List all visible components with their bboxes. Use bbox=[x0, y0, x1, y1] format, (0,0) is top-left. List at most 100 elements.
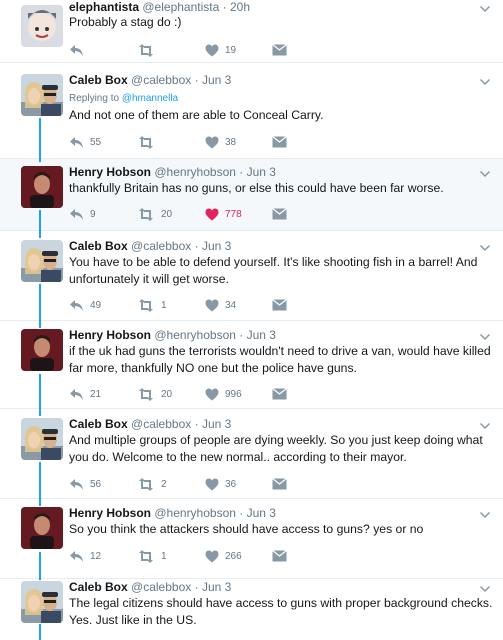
tweet[interactable]: Henry Hobson @henryhobson · Jun 3 if the … bbox=[0, 320, 503, 408]
tweet-header: Caleb Box @calebbox · Jun 3 bbox=[69, 73, 231, 88]
tweet[interactable]: elephantista @elephantista · 20h Probably… bbox=[0, 0, 503, 62]
avatar[interactable] bbox=[21, 240, 63, 282]
tweet[interactable]: Caleb Box @calebbox · Jun 3 You have to b… bbox=[0, 230, 503, 320]
tweet-header: elephantista @elephantista · 20h bbox=[69, 0, 250, 15]
reply-button[interactable]: 12 bbox=[69, 548, 101, 564]
tweet[interactable]: Caleb Box @calebbox · Jun 3 Replying to @… bbox=[0, 62, 503, 158]
tweet[interactable]: Henry Hobson @henryhobson · Jun 3 So you … bbox=[0, 498, 503, 578]
retweet-icon bbox=[137, 207, 155, 221]
separator-dot: · bbox=[194, 73, 199, 87]
heart-icon bbox=[205, 44, 219, 57]
reply-button[interactable]: 21 bbox=[69, 386, 101, 402]
reply-count: 12 bbox=[90, 550, 102, 562]
author-handle[interactable]: @calebbox bbox=[131, 73, 191, 87]
author-handle[interactable]: @henryhobson bbox=[154, 165, 236, 179]
direct-message-button[interactable] bbox=[272, 134, 287, 150]
direct-message-button[interactable] bbox=[272, 548, 287, 564]
tweet-text: thankfully Britain has no guns, or else … bbox=[69, 181, 444, 195]
replying-to-handle[interactable]: @hmannella bbox=[122, 93, 178, 104]
chevron-down-icon[interactable] bbox=[479, 330, 491, 342]
retweet-icon bbox=[137, 43, 155, 57]
author-name[interactable]: Caleb Box bbox=[69, 417, 128, 431]
retweet-button[interactable]: 20 bbox=[137, 206, 172, 222]
reply-button[interactable]: 56 bbox=[69, 476, 101, 492]
retweet-button[interactable]: 1 bbox=[137, 297, 167, 313]
chevron-down-icon[interactable] bbox=[479, 508, 491, 520]
chevron-down-icon[interactable] bbox=[479, 2, 491, 14]
tweet-timestamp[interactable]: Jun 3 bbox=[202, 417, 231, 431]
tweet-timestamp[interactable]: Jun 3 bbox=[247, 328, 276, 342]
avatar[interactable] bbox=[21, 329, 63, 371]
like-button[interactable]: 778 bbox=[205, 206, 242, 222]
author-handle[interactable]: @calebbox bbox=[131, 417, 191, 431]
like-button[interactable]: 34 bbox=[205, 297, 236, 313]
author-name[interactable]: Henry Hobson bbox=[69, 506, 151, 520]
author-handle[interactable]: @elephantista bbox=[142, 0, 219, 14]
tweet-divider bbox=[0, 498, 503, 499]
direct-message-button[interactable] bbox=[272, 42, 287, 58]
avatar[interactable] bbox=[21, 5, 63, 47]
reply-count: 56 bbox=[90, 478, 102, 490]
author-name[interactable]: Caleb Box bbox=[69, 580, 128, 594]
author-name[interactable]: Caleb Box bbox=[69, 73, 128, 87]
retweet-button[interactable] bbox=[137, 134, 161, 150]
retweet-button[interactable]: 20 bbox=[137, 386, 172, 402]
like-button[interactable]: 36 bbox=[205, 476, 236, 492]
tweet[interactable]: Caleb Box @calebbox · Jun 3 And multiple … bbox=[0, 408, 503, 498]
avatar[interactable] bbox=[21, 74, 63, 116]
envelope-icon bbox=[272, 136, 287, 148]
tweet[interactable]: Caleb Box @calebbox · Jun 3 The legal cit… bbox=[0, 578, 503, 640]
chevron-down-icon[interactable] bbox=[479, 75, 491, 87]
thread-connector-line bbox=[39, 118, 41, 162]
retweet-count: 1 bbox=[161, 299, 167, 311]
chevron-down-icon[interactable] bbox=[479, 419, 491, 431]
reply-button[interactable] bbox=[69, 42, 90, 58]
like-button[interactable]: 38 bbox=[205, 134, 236, 150]
separator-dot: · bbox=[239, 165, 244, 179]
retweet-icon bbox=[137, 298, 155, 312]
retweet-button[interactable] bbox=[137, 42, 161, 58]
avatar[interactable] bbox=[21, 418, 63, 460]
replying-to-line: Replying to @hmannella bbox=[69, 92, 178, 105]
avatar[interactable] bbox=[21, 581, 63, 623]
tweet-timestamp[interactable]: Jun 3 bbox=[202, 239, 231, 253]
retweet-button[interactable]: 2 bbox=[137, 476, 167, 492]
direct-message-button[interactable] bbox=[272, 206, 287, 222]
chevron-down-icon[interactable] bbox=[479, 167, 491, 179]
like-button[interactable]: 266 bbox=[205, 548, 242, 564]
like-button[interactable]: 996 bbox=[205, 386, 242, 402]
tweet[interactable]: Henry Hobson @henryhobson · Jun 3 thankfu… bbox=[0, 158, 503, 230]
tweet-timestamp[interactable]: Jun 3 bbox=[202, 580, 231, 594]
author-name[interactable]: elephantista bbox=[69, 0, 139, 14]
tweet-timestamp[interactable]: 20h bbox=[230, 0, 250, 14]
reply-button[interactable]: 49 bbox=[69, 297, 101, 313]
tweet-timestamp[interactable]: Jun 3 bbox=[247, 506, 276, 520]
like-count: 36 bbox=[225, 478, 237, 490]
tweet-timestamp[interactable]: Jun 3 bbox=[202, 73, 231, 87]
separator-dot: · bbox=[222, 0, 227, 14]
chevron-down-icon[interactable] bbox=[479, 582, 491, 594]
reply-count: 21 bbox=[90, 388, 102, 400]
direct-message-button[interactable] bbox=[272, 476, 287, 492]
author-name[interactable]: Henry Hobson bbox=[69, 165, 151, 179]
author-name[interactable]: Henry Hobson bbox=[69, 328, 151, 342]
chevron-down-icon[interactable] bbox=[479, 241, 491, 253]
like-button[interactable]: 19 bbox=[205, 42, 236, 58]
retweet-button[interactable]: 1 bbox=[137, 548, 167, 564]
retweet-count: 1 bbox=[161, 550, 167, 562]
direct-message-button[interactable] bbox=[272, 386, 287, 402]
reply-button[interactable]: 55 bbox=[69, 134, 101, 150]
separator-dot: · bbox=[194, 417, 199, 431]
author-name[interactable]: Caleb Box bbox=[69, 239, 128, 253]
avatar[interactable] bbox=[21, 507, 63, 549]
direct-message-button[interactable] bbox=[272, 297, 287, 313]
thread-connector-line bbox=[39, 624, 41, 640]
author-handle[interactable]: @calebbox bbox=[131, 580, 191, 594]
author-handle[interactable]: @henryhobson bbox=[154, 506, 236, 520]
avatar[interactable] bbox=[21, 166, 63, 208]
like-count: 996 bbox=[225, 388, 242, 400]
author-handle[interactable]: @calebbox bbox=[131, 239, 191, 253]
tweet-timestamp[interactable]: Jun 3 bbox=[247, 165, 276, 179]
reply-button[interactable]: 9 bbox=[69, 206, 96, 222]
author-handle[interactable]: @henryhobson bbox=[154, 328, 236, 342]
